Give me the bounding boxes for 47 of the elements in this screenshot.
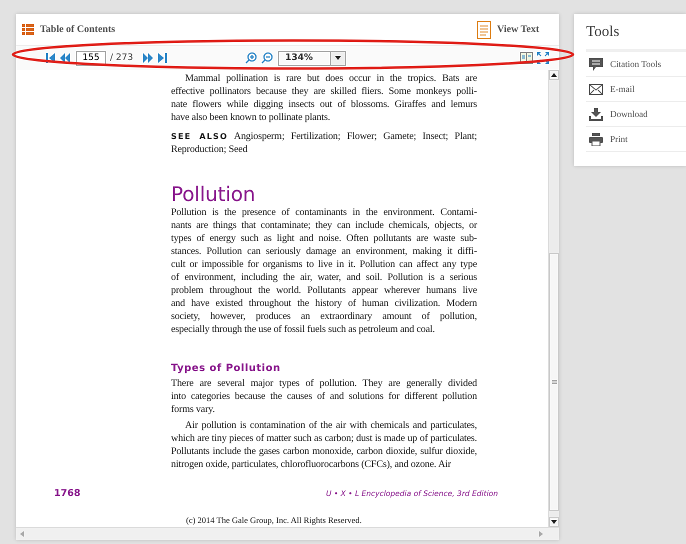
zoom-in-icon (245, 52, 258, 64)
tool-item[interactable]: Download (586, 102, 686, 127)
zoom-select[interactable]: 134% (278, 50, 346, 66)
page-total: / 273 (110, 53, 134, 63)
view-text-button[interactable]: View Text (477, 20, 540, 38)
body-paragraph: Mammal pollination is rare but does occur in the tropics. Bats are effective pollinators because they are skilled fliers. Some monkeys polli- nate flowers while digging insects out of blossoms. Giraffes and lemurs have also been known to pollinate plants. (171, 72, 477, 124)
next-page-button[interactable] (141, 53, 156, 63)
body-paragraph: Air pollution is contamination of the air with chemicals and particulates, which are tiny pieces of matter such as carbon; dust is made up of particulates. Pollutants include the gases carbon monoxide, carbon dioxide, sulfur dioxide, nitrogen oxide, particulates, chlorofluorocarbons (CFCs), and ozone. Air (171, 419, 477, 471)
tools-title: Tools (586, 24, 686, 52)
printer-icon (589, 132, 604, 146)
zoom-out-button[interactable] (259, 52, 276, 64)
scroll-thumb[interactable] (549, 253, 560, 511)
vertical-scrollbar[interactable] (548, 70, 560, 527)
expand-icon (537, 52, 550, 64)
tool-item[interactable]: Citation Tools (586, 52, 686, 77)
caret-icon (335, 56, 342, 60)
article-heading: Pollution (171, 182, 256, 206)
previous-page-button[interactable] (58, 53, 72, 63)
section-heading: Types of Pollution (171, 362, 282, 376)
speech-bubble-icon (589, 58, 604, 70)
skip-back-icon (46, 53, 56, 63)
fullscreen-button[interactable] (535, 52, 552, 64)
left-arrow-icon (20, 531, 24, 537)
rewind-icon (60, 53, 70, 63)
fast-forward-icon (143, 53, 154, 63)
zoom-out-icon (261, 52, 274, 64)
body-paragraph: There are several major types of pollution. They are generally divided into categories because the causes of and solutions for different pollution forms vary. (171, 377, 477, 416)
document-icon (477, 20, 492, 38)
see-also-paragraph: SEE ALSO Angiosperm; Fertilization; Flower; Gamete; Insect; Plant; Reproduction; Seed (171, 130, 477, 156)
down-arrow-icon (551, 520, 558, 524)
zoom-in-button[interactable] (243, 52, 260, 64)
tool-item[interactable]: E-mail (586, 77, 686, 102)
skip-forward-icon (157, 53, 168, 63)
grip-icon (552, 380, 557, 384)
tool-item[interactable]: Print (586, 127, 686, 152)
last-page-button[interactable] (155, 53, 170, 63)
horizontal-scrollbar[interactable] (16, 527, 560, 540)
up-arrow-icon (551, 73, 558, 77)
first-page-button[interactable] (44, 53, 58, 63)
page-number: 1768 (54, 488, 80, 499)
envelope-icon (589, 84, 604, 94)
copyright-text: (c) 2014 The Gale Group, Inc. All Rights Reserved. (186, 515, 363, 525)
table-of-contents-button[interactable]: Table of Contents (22, 24, 116, 35)
download-icon (589, 108, 604, 120)
right-arrow-icon (539, 531, 544, 537)
list-icon (22, 24, 34, 35)
body-paragraph: Pollution is the presence of contaminants in the environment. Contami- nants are things that contaminate; they can include chemicals, objects, or types of energy such as light and noise. Often pollutants are waste sub- stances. Pollution can seriously damage an environment, making it diffi- cult or impossible for organisms to live in it. Pollution can affect any type of environment, including the air, water, and soil. Pollution is a serious problem throughout the world. Pollutants appear wherever humans live and have existed throughout the history of human civilization. Modern society, however, produces an extraordinary amount of pollution, especially through the use of fossil fuels such as petroleum and coal. (171, 206, 477, 336)
